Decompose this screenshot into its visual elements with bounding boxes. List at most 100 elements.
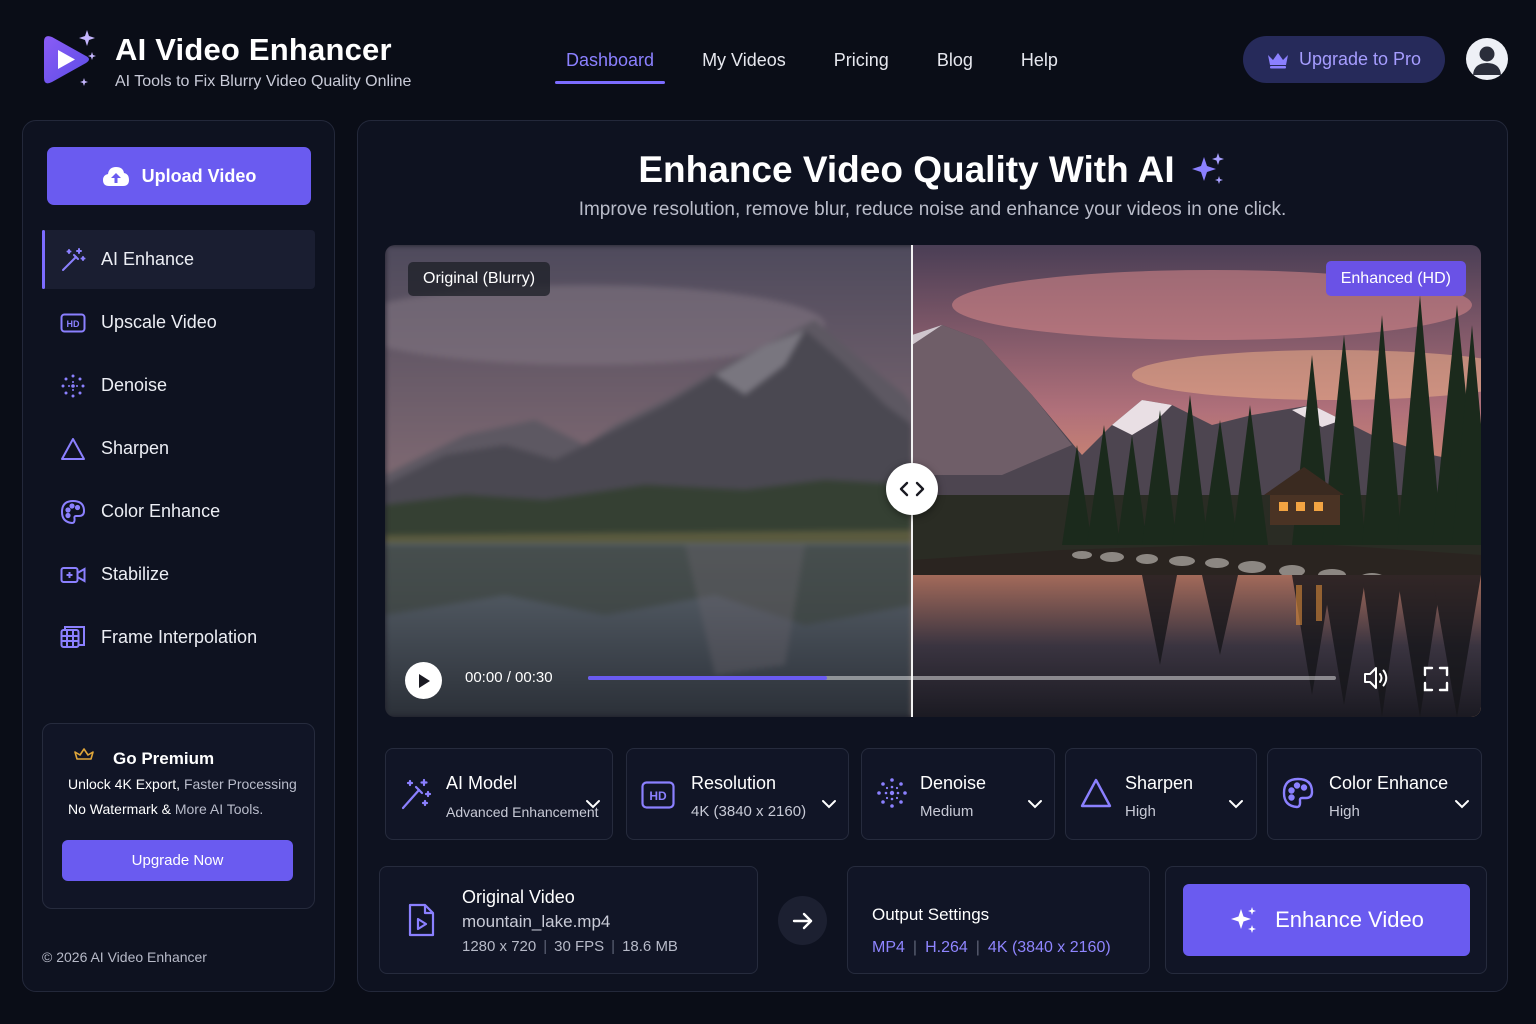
output-resolution: 4K (3840 x 2160) — [987, 939, 1111, 956]
palette-icon — [1282, 777, 1314, 809]
original-video-card: Original Video mountain_lake.mp4 1280 x … — [379, 866, 758, 974]
sidebar-item-stabilize[interactable]: Stabilize — [42, 545, 315, 604]
meta-separator: | — [975, 939, 980, 956]
copyright-text: © 2026 AI Video Enhancer — [42, 949, 207, 965]
go-premium-card: Go Premium Unlock 4K Export, Faster Proc… — [42, 723, 315, 909]
premium-benefit-highlight: Unlock 4K Export, — [68, 776, 181, 792]
frames-icon — [60, 625, 86, 651]
sharpen-select[interactable]: Sharpen High — [1065, 748, 1257, 840]
playback-time: 00:00 / 00:30 — [465, 669, 553, 686]
crown-icon — [1267, 51, 1289, 69]
ai-model-select[interactable]: AI Model Advanced Enhancement — [385, 748, 613, 840]
video-file-icon — [404, 903, 438, 937]
sparkle-icon — [1229, 905, 1259, 935]
palette-icon — [60, 499, 86, 525]
sidebar-item-frame-interpolation[interactable]: Frame Interpolation — [42, 608, 315, 667]
chevron-down-icon — [1454, 799, 1470, 809]
progress-fill — [588, 676, 828, 680]
sidebar-item-label: AI Enhance — [101, 249, 195, 269]
upgrade-now-button[interactable]: Upgrade Now — [62, 840, 293, 881]
main-panel: Enhance Video Quality With AI Improve re… — [357, 120, 1508, 992]
nav-my-videos[interactable]: My Videos — [691, 36, 797, 84]
original-label-badge: Original (Blurry) — [408, 262, 551, 296]
sidebar-item-label: Sharpen — [101, 438, 170, 458]
premium-benefit-highlight: No Watermark & — [68, 801, 171, 817]
user-avatar[interactable] — [1466, 38, 1508, 80]
upload-video-label: Upload Video — [141, 165, 257, 186]
play-sparkle-icon[interactable] — [38, 28, 100, 90]
output-settings-title: Output Settings — [872, 905, 990, 924]
chevron-down-icon — [1027, 799, 1043, 809]
premium-benefit-text: More AI Tools. — [170, 801, 264, 817]
volume-icon[interactable] — [1363, 665, 1391, 691]
arrow-right-icon — [778, 896, 827, 945]
denoise-select[interactable]: Denoise Medium — [861, 748, 1055, 840]
original-preview-image — [385, 245, 912, 717]
output-settings-card[interactable]: Output Settings MP4 | H.264 | 4K (3840 x 216… — [847, 866, 1150, 974]
sidebar-item-label: Frame Interpolation — [101, 627, 258, 647]
setting-value: High — [1329, 803, 1360, 820]
original-resolution: 1280 x 720 — [462, 938, 537, 955]
meta-separator: | — [912, 939, 918, 956]
user-icon — [1466, 38, 1508, 80]
fullscreen-icon[interactable] — [1423, 666, 1449, 692]
main-nav: Dashboard My Videos Pricing Blog Help — [555, 36, 1095, 84]
original-size: 18.6 MB — [622, 938, 678, 955]
sidebar-item-ai-enhance[interactable]: AI Enhance — [42, 230, 315, 289]
nav-pricing[interactable]: Pricing — [823, 36, 900, 84]
dots-grid-icon — [60, 373, 86, 399]
app-title: AI Video Enhancer — [115, 32, 392, 67]
meta-separator: | — [543, 938, 548, 955]
original-video-title: Original Video — [462, 887, 575, 907]
svg-text:HD: HD — [649, 789, 667, 803]
chevron-down-icon — [585, 799, 601, 809]
setting-label: Resolution — [691, 773, 777, 793]
play-button[interactable] — [405, 662, 442, 699]
sidebar-item-color-enhance[interactable]: Color Enhance — [42, 482, 315, 541]
sidebar-item-label: Denoise — [101, 375, 168, 395]
triangle-icon — [60, 436, 86, 462]
setting-label: Color Enhance — [1329, 773, 1449, 793]
enhance-video-label: Enhance Video — [1275, 907, 1424, 932]
enhance-action-card: Enhance Video — [1165, 866, 1487, 974]
original-fps: 30 FPS — [554, 938, 605, 955]
sidebar-item-sharpen[interactable]: Sharpen — [42, 419, 315, 478]
magic-wand-icon — [400, 777, 432, 811]
chevron-down-icon — [821, 799, 837, 809]
dots-grid-icon — [876, 777, 908, 809]
comparison-player[interactable]: Original (Blurry) Enhanced (HD) 00:00 / … — [385, 245, 1481, 717]
enhanced-label-badge: Enhanced (HD) — [1325, 261, 1466, 296]
hd-icon: HD — [60, 310, 86, 336]
nav-blog[interactable]: Blog — [926, 36, 984, 84]
sidebar-item-upscale-video[interactable]: HD Upscale Video — [42, 293, 315, 352]
upload-video-button[interactable]: Upload Video — [47, 147, 311, 205]
setting-value: 4K (3840 x 2160) — [691, 803, 807, 820]
upgrade-to-pro-button[interactable]: Upgrade to Pro — [1243, 36, 1445, 83]
video-camera-icon — [60, 562, 86, 588]
sidebar-item-label: Stabilize — [101, 564, 170, 584]
sidebar-item-label: Color Enhance — [101, 501, 221, 521]
output-settings-values: MP4 | H.264 | 4K (3840 x 2160) — [872, 939, 1111, 957]
setting-value: Advanced Enhancement — [446, 804, 599, 820]
resolution-select[interactable]: HD Resolution 4K (3840 x 2160) — [626, 748, 849, 840]
svg-text:HD: HD — [67, 319, 80, 329]
chevrons-left-right-icon — [897, 480, 927, 498]
setting-label: Sharpen — [1125, 773, 1194, 793]
progress-track[interactable] — [588, 676, 1336, 680]
cloud-upload-icon — [102, 165, 130, 187]
setting-label: AI Model — [446, 773, 518, 793]
setting-label: Denoise — [920, 773, 987, 793]
premium-benefit-text: Faster Processing — [180, 776, 297, 792]
top-header: AI Video Enhancer AI Tools to Fix Blurry… — [0, 0, 1536, 118]
enhance-video-button[interactable]: Enhance Video — [1183, 884, 1470, 956]
sidebar-item-denoise[interactable]: Denoise — [42, 356, 315, 415]
triangle-icon — [1080, 778, 1112, 808]
sparkle-icon — [1189, 151, 1227, 189]
premium-benefit-line-2: No Watermark & More AI Tools. — [68, 801, 263, 817]
nav-help[interactable]: Help — [1010, 36, 1069, 84]
split-handle[interactable] — [886, 463, 938, 515]
setting-value: High — [1125, 803, 1156, 820]
play-icon — [417, 673, 431, 689]
color-enhance-select[interactable]: Color Enhance High — [1267, 748, 1482, 840]
nav-dashboard[interactable]: Dashboard — [555, 36, 666, 84]
